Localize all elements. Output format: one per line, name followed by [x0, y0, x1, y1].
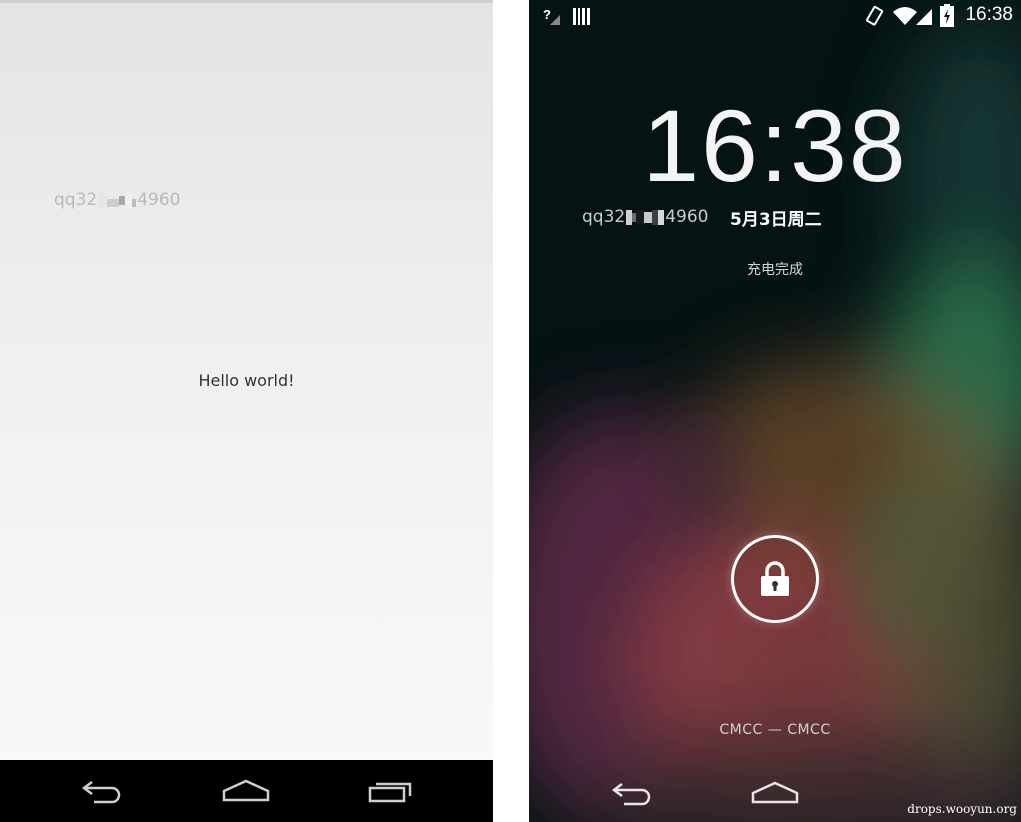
- home-icon: [751, 781, 799, 804]
- charging-status: 充电完成: [747, 262, 803, 278]
- redacted-pixels: [98, 192, 137, 208]
- home-button[interactable]: [745, 762, 805, 822]
- unlock-button[interactable]: [731, 535, 819, 623]
- vibrate-icon: [866, 6, 884, 26]
- account-suffix: 4960: [665, 207, 709, 227]
- owner-info: qq32 4960: [582, 207, 708, 227]
- home-icon: [222, 779, 270, 802]
- no-sim-signal-icon: ?: [543, 7, 560, 25]
- navigation-bar: [0, 760, 493, 822]
- battery-charging-icon: [940, 4, 954, 27]
- home-button[interactable]: [216, 760, 276, 822]
- account-suffix: 4960: [137, 190, 181, 210]
- left-phone-screen: qq32 4960 Hello world!: [0, 0, 493, 822]
- account-label: qq32 4960: [54, 190, 180, 210]
- account-prefix: qq32: [582, 207, 626, 227]
- back-button[interactable]: [603, 762, 663, 822]
- back-arrow-icon: [81, 781, 121, 804]
- watermark: drops.wooyun.org: [907, 802, 1017, 816]
- back-arrow-icon: [611, 783, 651, 806]
- account-prefix: qq32: [54, 190, 98, 210]
- barcode-icon: [573, 8, 590, 25]
- back-button[interactable]: [73, 760, 133, 822]
- status-bar: ? 16:38: [529, 0, 1021, 34]
- hello-world-text: Hello world!: [198, 371, 295, 390]
- recents-icon: [368, 782, 412, 803]
- carrier-label: CMCC — CMCC: [719, 722, 831, 738]
- lockscreen-clock: 16:38: [642, 89, 908, 203]
- status-time: 16:38: [965, 4, 1013, 25]
- recents-button[interactable]: [361, 760, 421, 822]
- top-divider: [0, 0, 493, 3]
- lock-icon: [761, 561, 789, 596]
- date-label: 5月3日周二: [730, 210, 822, 230]
- svg-text:?: ?: [543, 7, 551, 22]
- redacted-pixels: [626, 209, 665, 225]
- signal-icon: [916, 9, 932, 25]
- right-phone-lockscreen: ? 16:38 16:38 qq32 4960 5月3日周二 充电完成 CMCC…: [529, 0, 1021, 822]
